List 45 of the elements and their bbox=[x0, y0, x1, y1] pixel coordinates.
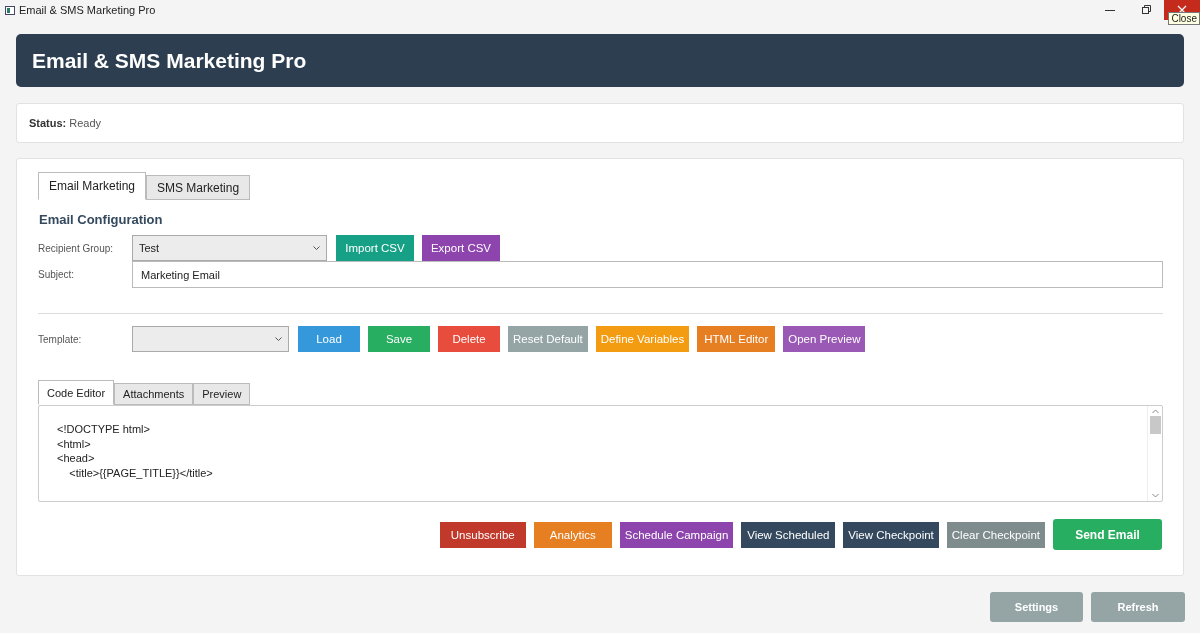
field-label: Subject: bbox=[38, 269, 76, 280]
tab[interactable]: Attachments bbox=[114, 383, 194, 405]
action-button[interactable]: Export CSV bbox=[422, 235, 500, 261]
app-icon bbox=[5, 5, 15, 15]
tab[interactable]: SMS Marketing bbox=[146, 175, 251, 200]
template-dropdown[interactable] bbox=[132, 326, 289, 352]
tab[interactable]: Code Editor bbox=[38, 380, 115, 405]
code-line: <head> bbox=[57, 451, 95, 466]
chevron-icon bbox=[313, 245, 320, 251]
status-value: Ready bbox=[69, 117, 102, 129]
restore-icon bbox=[1141, 5, 1151, 15]
action-button[interactable]: Load bbox=[298, 326, 360, 352]
window-title: Email & SMS Marketing Pro bbox=[19, 4, 156, 16]
status-label: Status: bbox=[29, 117, 67, 129]
subject-field[interactable]: Marketing Email bbox=[132, 261, 1163, 288]
scrollbar[interactable] bbox=[1147, 406, 1162, 501]
action-button[interactable]: View Scheduled bbox=[741, 521, 836, 548]
action-button[interactable]: Save bbox=[368, 326, 430, 352]
tab[interactable]: Email Marketing bbox=[38, 172, 147, 200]
code-line: <title>{{PAGE_TITLE}}</title> bbox=[68, 465, 213, 480]
section-title: Email Configuration bbox=[39, 212, 164, 227]
action-button[interactable]: HTML Editor bbox=[697, 326, 776, 352]
scroll-down-icon[interactable] bbox=[1151, 493, 1159, 498]
action-button[interactable]: Open Preview bbox=[783, 326, 866, 352]
dropdown-value: Test bbox=[139, 242, 161, 254]
scroll-up-icon[interactable] bbox=[1151, 409, 1159, 414]
field-label: Recipient Group: bbox=[38, 242, 115, 254]
code-line: <!DOCTYPE html> bbox=[57, 422, 150, 437]
scrollbar-thumb[interactable] bbox=[1149, 416, 1161, 434]
tab[interactable]: Preview bbox=[193, 383, 251, 405]
code-line: <html> bbox=[57, 436, 91, 451]
recipient-group-dropdown[interactable]: Test bbox=[132, 235, 327, 261]
action-button[interactable]: View Checkpoint bbox=[843, 521, 939, 548]
tooltip: Close bbox=[1168, 12, 1200, 25]
app-title: Email & SMS Marketing Pro bbox=[32, 48, 307, 73]
action-button[interactable]: Import CSV bbox=[336, 235, 414, 261]
action-button[interactable]: Analytics bbox=[533, 521, 612, 548]
action-button[interactable]: Schedule Campaign bbox=[619, 521, 734, 548]
field-label: Template: bbox=[38, 333, 83, 345]
code-editor[interactable]: <!DOCTYPE html> <html> <head> <title>{{PAGE_TITLE}}</title> bbox=[38, 405, 1163, 502]
action-button[interactable]: Unsubscribe bbox=[439, 521, 526, 548]
action-button[interactable]: Clear Checkpoint bbox=[946, 521, 1045, 548]
action-button[interactable]: Send Email bbox=[1053, 519, 1162, 550]
action-button[interactable]: Delete bbox=[438, 326, 500, 352]
chevron-icon bbox=[275, 336, 282, 342]
